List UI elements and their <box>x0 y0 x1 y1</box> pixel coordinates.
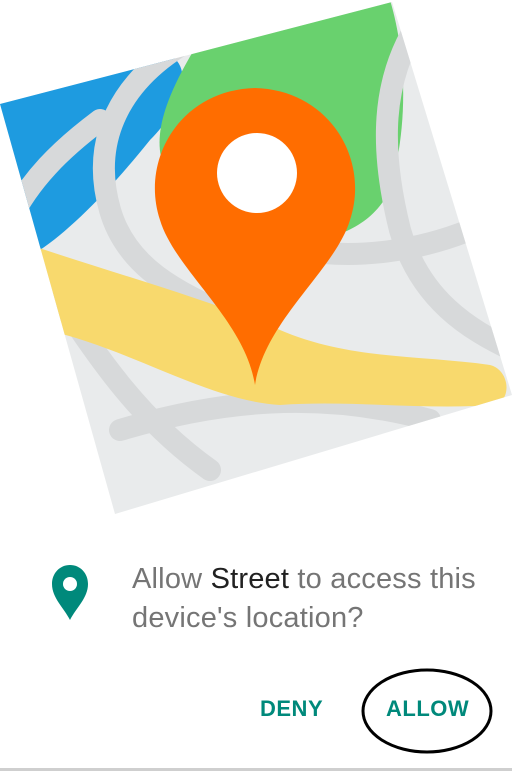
allow-button[interactable]: ALLOW <box>378 690 477 728</box>
map-illustration-icon <box>0 2 512 514</box>
permission-dialog: Allow Street to access this device's loc… <box>0 0 512 771</box>
prompt-prefix: Allow <box>132 563 211 595</box>
app-name: Street <box>210 563 290 595</box>
prompt-message: Allow Street to access this device's loc… <box>132 560 492 638</box>
location-pin-icon <box>52 565 88 620</box>
deny-button[interactable]: DENY <box>252 690 331 728</box>
